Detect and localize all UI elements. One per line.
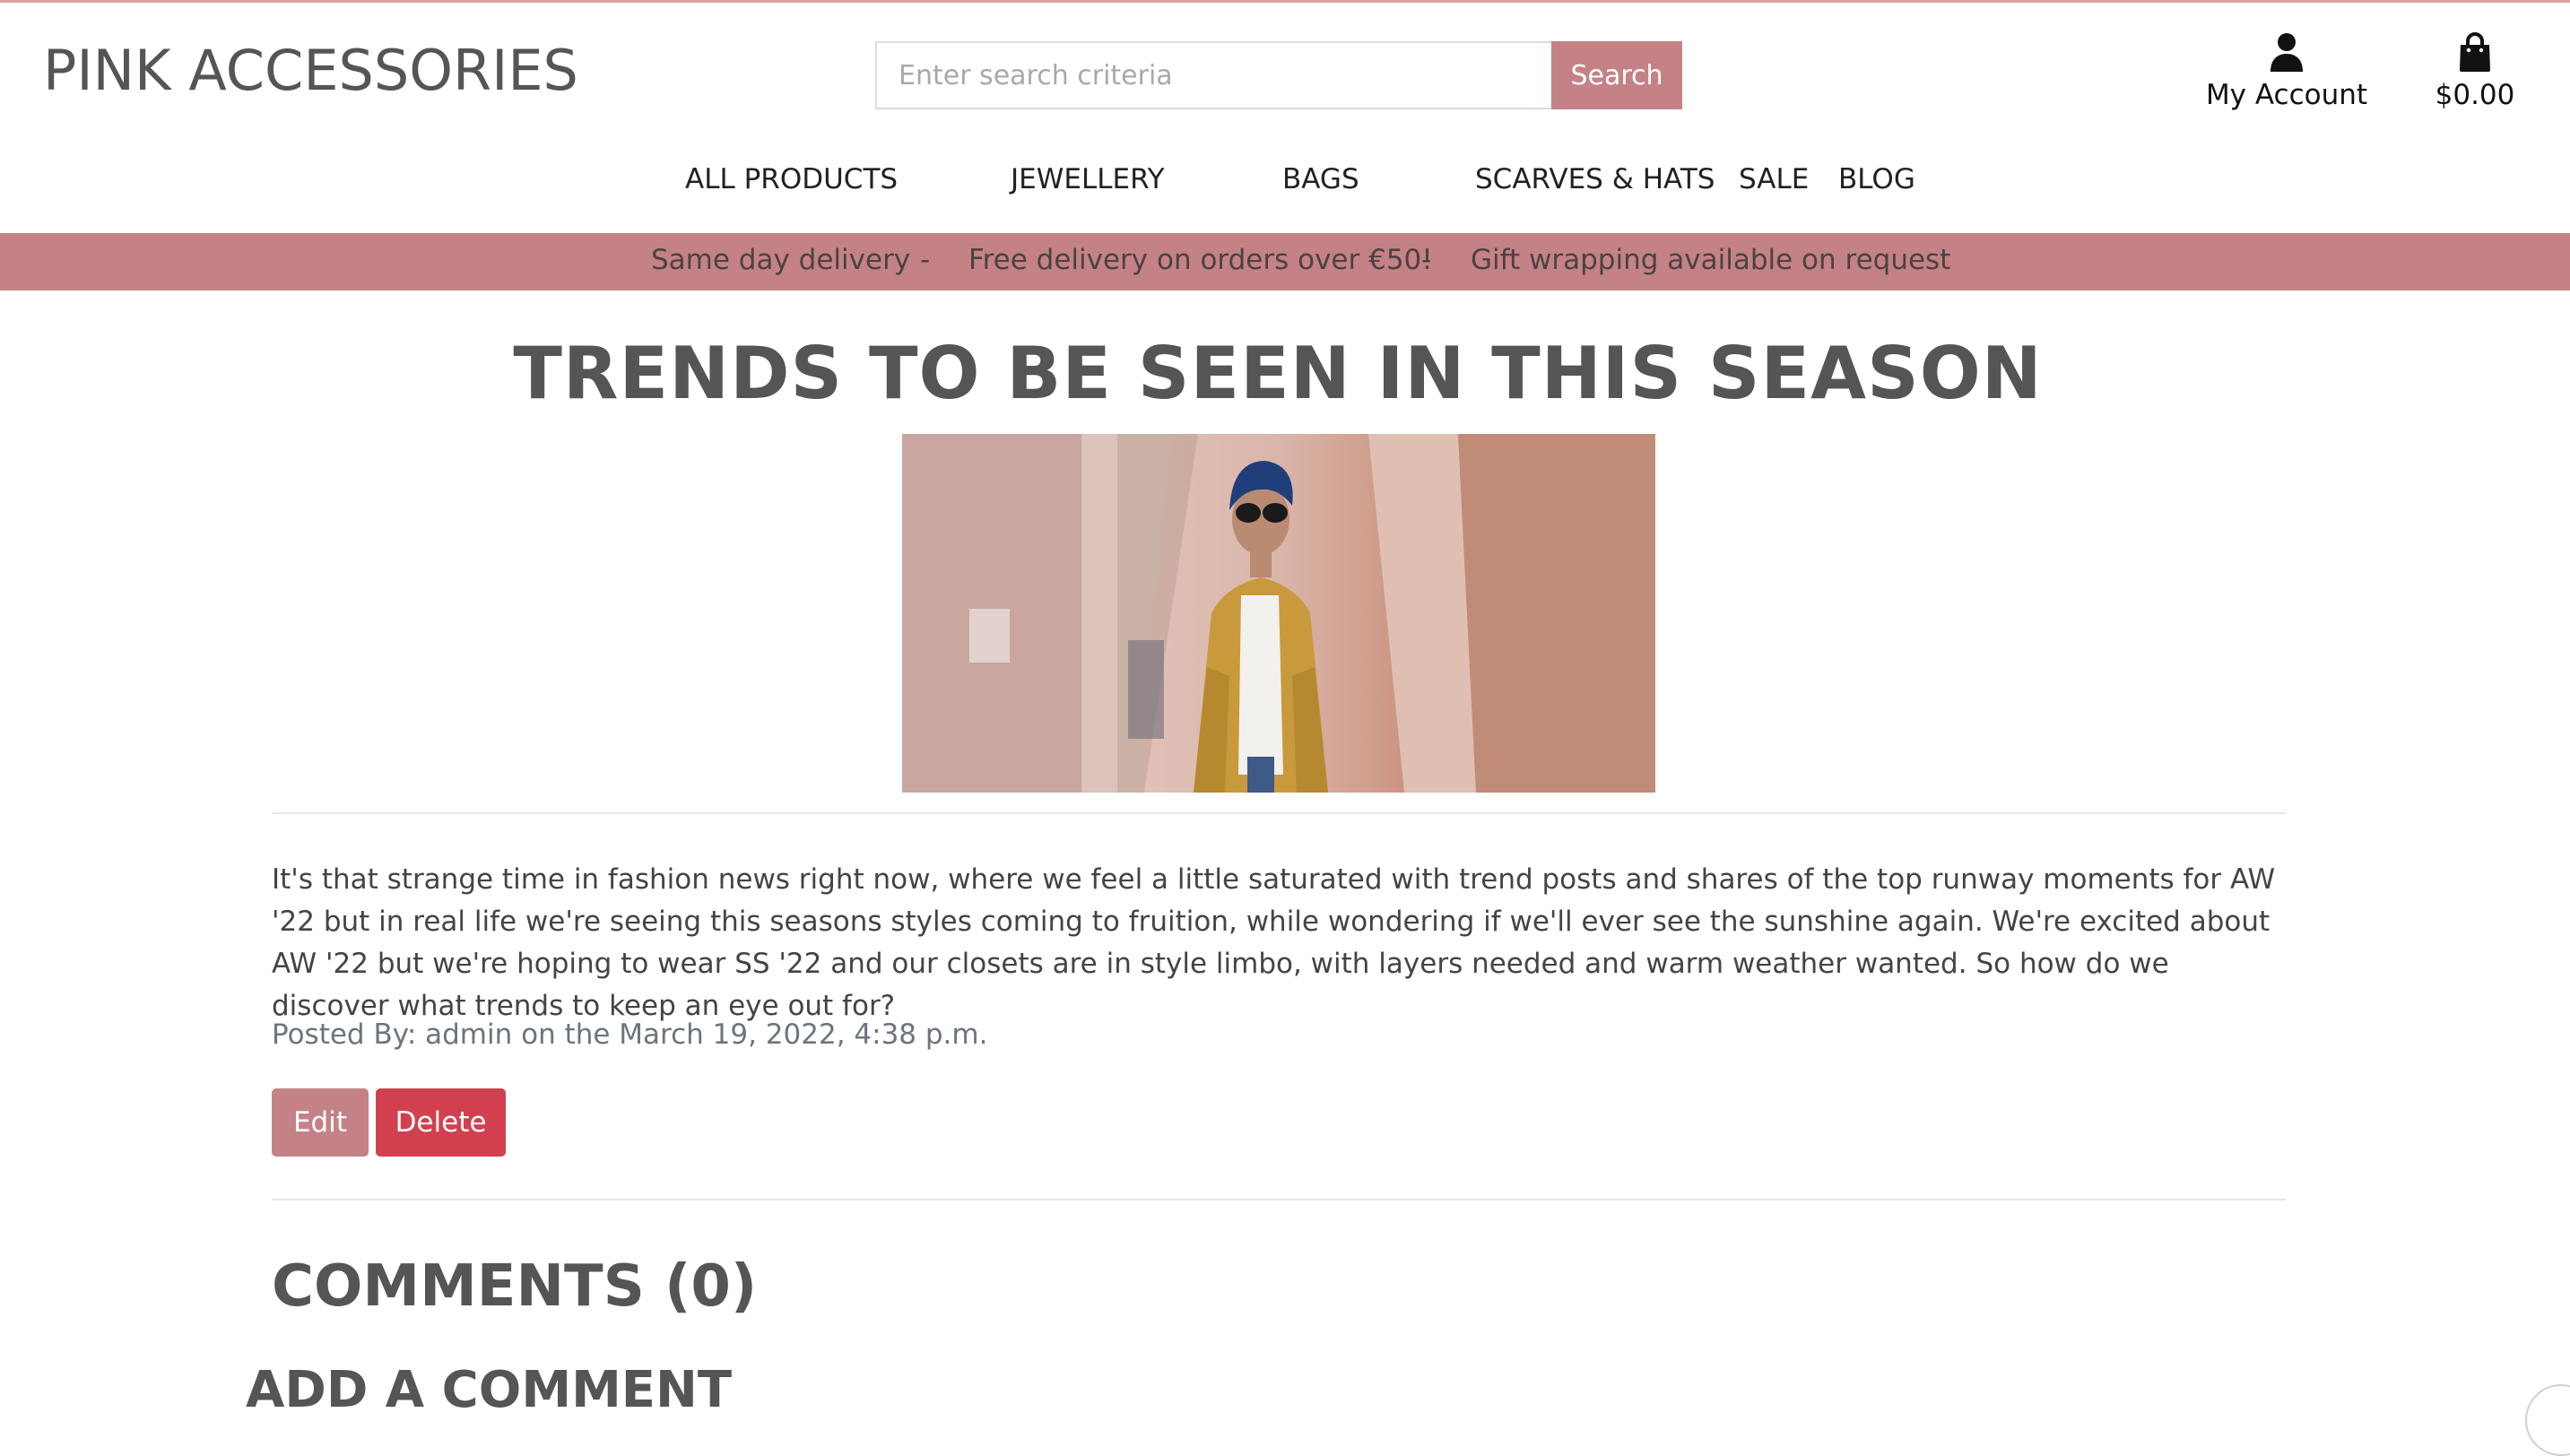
add-comment-title: ADD A COMMENT <box>246 1361 732 1419</box>
post-photo-illustration <box>902 434 1655 793</box>
promo-gift-wrapping: Gift wrapping available on request <box>1471 244 1950 276</box>
promo-separator: - <box>1421 244 1431 276</box>
bag-total: $0.00 <box>2421 79 2529 111</box>
nav-item-blog[interactable]: BLOG <box>1838 163 1915 195</box>
shopping-bag-link[interactable]: $0.00 <box>2421 30 2529 111</box>
user-icon <box>2269 32 2305 72</box>
nav-item-jewellery[interactable]: JEWELLERY <box>1011 163 1165 195</box>
post-title: TRENDS TO BE SEEN IN THIS SEASON <box>0 332 2556 415</box>
promo-same-day: Same day delivery <box>651 244 910 276</box>
post-meta: Posted By: admin on the March 19, 2022, … <box>272 1018 987 1051</box>
post-divider-top <box>272 812 2286 814</box>
nav-item-scarves-hats[interactable]: SCARVES & HATS <box>1475 163 1715 195</box>
promo-separator: - <box>920 244 930 276</box>
comments-title: COMMENTS (0) <box>272 1253 757 1320</box>
nav-item-sale[interactable]: SALE <box>1739 163 1809 195</box>
search-button[interactable]: Search <box>1551 41 1682 109</box>
nav-item-bags[interactable]: BAGS <box>1282 163 1359 195</box>
post-body: It's that strange time in fashion news r… <box>272 859 2286 1027</box>
main-nav: ALL PRODUCTS JEWELLERY BAGS SCARVES & HA… <box>0 163 2570 203</box>
window-corner <box>2525 1384 2570 1456</box>
nav-item-all-products[interactable]: ALL PRODUCTS <box>685 163 898 195</box>
promo-free-delivery: Free delivery on orders over €50! <box>968 244 1433 276</box>
my-account-link[interactable]: My Account <box>2201 30 2372 111</box>
search-input[interactable] <box>875 41 1551 109</box>
promo-banner: Same day delivery - Free delivery on ord… <box>0 233 2570 290</box>
top-accent-line <box>0 0 2570 3</box>
my-account-label: My Account <box>2201 79 2372 111</box>
shopping-bag-icon <box>2458 32 2492 72</box>
delete-button[interactable]: Delete <box>376 1088 506 1157</box>
edit-button[interactable]: Edit <box>272 1088 369 1157</box>
post-image <box>902 434 1655 793</box>
site-logo[interactable]: PINK ACCESSORIES <box>43 38 578 103</box>
search-form: Search <box>875 41 1682 109</box>
post-divider-bottom <box>272 1199 2286 1200</box>
